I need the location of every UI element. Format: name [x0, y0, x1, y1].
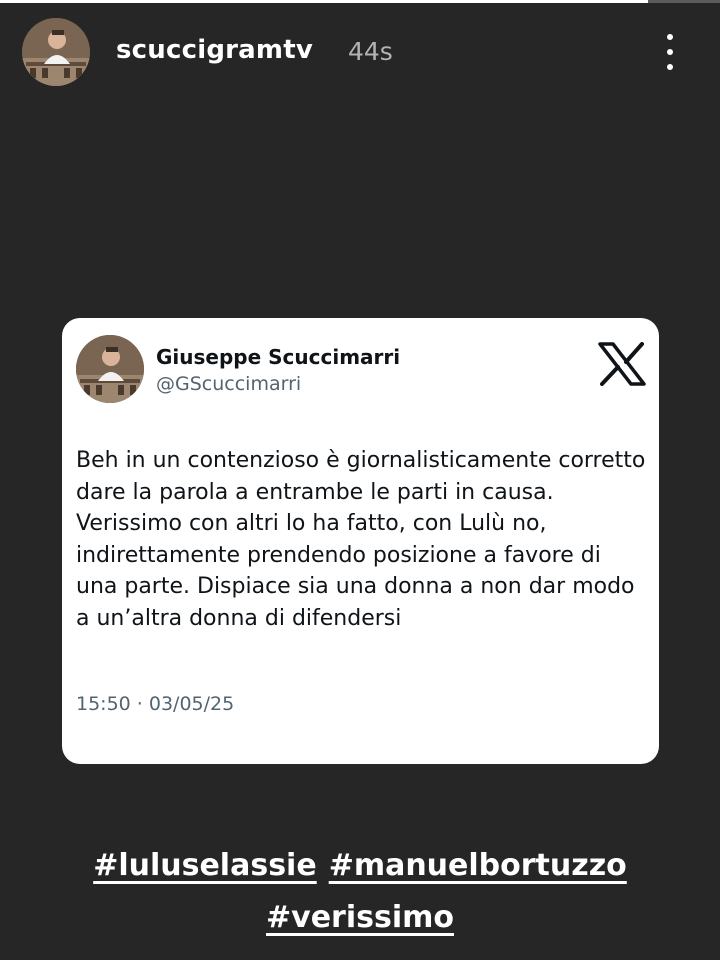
tweet-author-handle[interactable]: @GScuccimarri — [156, 373, 301, 395]
hashtag-manuelbortuzzo[interactable]: #manuelbortuzzo — [329, 840, 627, 892]
more-options-button[interactable] — [654, 30, 686, 74]
x-logo-icon — [598, 342, 646, 386]
story-progress-fill — [0, 0, 648, 3]
more-vertical-icon-dot — [667, 64, 673, 70]
story-username[interactable]: scuccigramtv — [116, 35, 313, 65]
story-progress-bar — [0, 0, 720, 3]
more-vertical-icon-dot — [667, 49, 673, 55]
tweet-text: Beh in un contenzioso è giornalisticamen… — [76, 448, 646, 631]
tweet-avatar-photo — [76, 335, 144, 403]
story-header: scuccigramtv 44s — [22, 18, 698, 86]
tweet-author-avatar[interactable] — [76, 335, 144, 403]
hashtag-sticker: #luluselassie #manuelbortuzzo #verissimo — [0, 840, 720, 944]
hashtag-verissimo[interactable]: #verissimo — [266, 892, 454, 944]
tweet-author-name[interactable]: Giuseppe Scuccimarri — [156, 345, 400, 369]
story-timestamp: 44s — [348, 37, 393, 66]
tweet-timestamp: 15:50 · 03/05/25 — [76, 693, 235, 715]
avatar[interactable] — [22, 18, 90, 86]
more-vertical-icon — [667, 34, 673, 40]
tweet-card[interactable]: Giuseppe Scuccimarri @GScuccimarri Beh i… — [62, 318, 659, 764]
avatar-photo — [22, 18, 90, 86]
hashtag-luluselassie[interactable]: #luluselassie — [93, 840, 317, 892]
